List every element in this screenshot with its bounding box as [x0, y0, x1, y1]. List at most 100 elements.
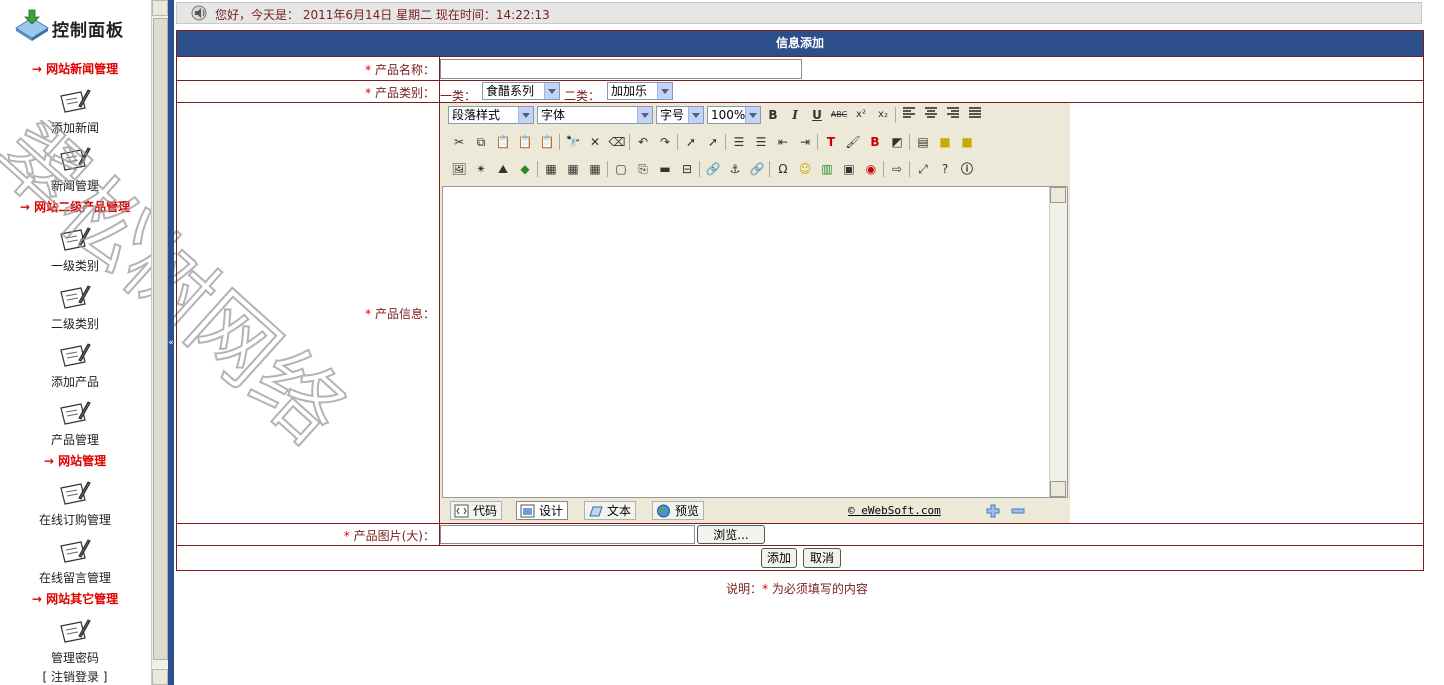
- insert-anchor-icon[interactable]: ⚓: [726, 160, 744, 178]
- special-char-icon[interactable]: Ω: [774, 160, 792, 178]
- chevron-down-icon[interactable]: [688, 107, 703, 123]
- remove-link-icon[interactable]: 🔗: [748, 160, 766, 178]
- copy-icon[interactable]: ⧉: [472, 133, 490, 151]
- sidebar-item-online-messages[interactable]: 在线留言管理: [0, 536, 150, 586]
- editor-scrollbar[interactable]: [1049, 187, 1067, 497]
- sidebar-item-category-level1[interactable]: 一级类别: [0, 224, 150, 274]
- product-name-input[interactable]: [440, 59, 802, 79]
- editor-scroll-up[interactable]: [1050, 187, 1066, 203]
- submit-button[interactable]: 添加: [761, 548, 797, 568]
- mode-tab-design[interactable]: 设计: [516, 501, 569, 520]
- font-size-select[interactable]: 字号: [656, 106, 704, 124]
- insert-time-icon[interactable]: ◉: [862, 160, 880, 178]
- sidebar-item-admin-password[interactable]: 管理密码: [0, 616, 150, 666]
- chevron-down-icon[interactable]: [745, 107, 760, 123]
- cut-icon[interactable]: ✂: [450, 133, 468, 151]
- bold-button[interactable]: B: [764, 106, 782, 124]
- paragraph-style-select[interactable]: 段落样式: [448, 106, 534, 124]
- superscript-button[interactable]: x²: [852, 106, 870, 124]
- font-color-icon[interactable]: T: [822, 133, 840, 151]
- italic-button[interactable]: I: [786, 106, 804, 124]
- insert-media-icon[interactable]: ⛰: [494, 160, 512, 178]
- cancel-button[interactable]: 取消: [803, 548, 841, 568]
- mode-tab-code[interactable]: 代码: [450, 501, 503, 520]
- insert-image-icon[interactable]: 🖼: [450, 160, 468, 178]
- table-props-icon[interactable]: ▦: [564, 160, 582, 178]
- cell-props-icon[interactable]: ▦: [586, 160, 604, 178]
- browse-button[interactable]: 浏览...: [697, 525, 765, 544]
- ordered-list-icon[interactable]: ☰: [730, 133, 748, 151]
- insert-table-icon[interactable]: ▦: [542, 160, 560, 178]
- mode-tab-label: 设计: [539, 504, 564, 518]
- plus-icon[interactable]: [985, 503, 1001, 519]
- help-icon[interactable]: ?: [936, 160, 954, 178]
- fullscreen-icon[interactable]: ⤢: [914, 160, 932, 178]
- sidebar-item-add-product[interactable]: 添加产品: [0, 340, 150, 390]
- sidebar-item-news-management[interactable]: 新闻管理: [0, 144, 150, 194]
- paragraph-props-icon[interactable]: ▤: [914, 133, 932, 151]
- eraser-icon[interactable]: ⌫: [608, 133, 626, 151]
- minus-icon[interactable]: [1010, 503, 1026, 519]
- align-left-icon[interactable]: [900, 106, 918, 124]
- about-icon[interactable]: ⓘ: [958, 160, 976, 178]
- remove-format-icon[interactable]: ◩: [888, 133, 906, 151]
- select-all-icon[interactable]: ➚: [682, 133, 700, 151]
- insert-page-icon[interactable]: ⎘: [634, 160, 652, 178]
- ewebsoft-brand-link[interactable]: © eWebSoft.com: [848, 504, 941, 517]
- undo-icon[interactable]: ↶: [634, 133, 652, 151]
- editor-scroll-down[interactable]: [1050, 481, 1066, 497]
- layer-icon[interactable]: ■: [936, 133, 954, 151]
- layer-props-icon[interactable]: ■: [958, 133, 976, 151]
- chevron-down-icon[interactable]: [518, 107, 533, 123]
- mode-tab-text[interactable]: 文本: [584, 501, 637, 520]
- unordered-list-icon[interactable]: ☰: [752, 133, 770, 151]
- background-color-icon[interactable]: B: [866, 133, 884, 151]
- paste-word-icon[interactable]: 📋: [538, 133, 556, 151]
- zoom-select[interactable]: 100%: [707, 106, 761, 124]
- chevron-down-icon[interactable]: [637, 107, 652, 123]
- redo-icon[interactable]: ↷: [656, 133, 674, 151]
- highlight-icon[interactable]: 🖌: [844, 133, 862, 151]
- scroll-thumb[interactable]: [153, 18, 168, 660]
- indent-icon[interactable]: ⇥: [796, 133, 814, 151]
- chevron-down-icon[interactable]: [657, 83, 672, 99]
- editor-content-area[interactable]: [442, 186, 1068, 498]
- chevron-down-icon[interactable]: [544, 83, 559, 99]
- subscript-button[interactable]: x₂: [874, 106, 892, 124]
- required-mark: *: [343, 529, 350, 543]
- collapse-arrow-icon[interactable]: «: [168, 338, 174, 348]
- paste-text-icon[interactable]: 📋: [516, 133, 534, 151]
- insert-excel-icon[interactable]: ▥: [818, 160, 836, 178]
- product-image-path-input[interactable]: [440, 525, 695, 544]
- category2-select[interactable]: 加加乐: [607, 82, 673, 100]
- category1-select[interactable]: 食醋系列: [482, 82, 560, 100]
- sidebar-item-category-level2[interactable]: 二级类别: [0, 282, 150, 332]
- find-icon[interactable]: 🔭: [564, 133, 582, 151]
- sidebar-item-add-news[interactable]: 添加新闻: [0, 86, 150, 136]
- insert-flash-icon[interactable]: ✴: [472, 160, 490, 178]
- align-justify-icon[interactable]: [966, 106, 984, 124]
- sidebar-item-online-orders[interactable]: 在线订购管理: [0, 478, 150, 528]
- import-word-icon[interactable]: ⇨: [888, 160, 906, 178]
- insert-file-icon[interactable]: ◆: [516, 160, 534, 178]
- delete-icon[interactable]: ✕: [586, 133, 604, 151]
- insert-date-icon[interactable]: ▣: [840, 160, 858, 178]
- scroll-up-arrow[interactable]: [152, 0, 168, 16]
- insert-marquee-icon[interactable]: ⊟: [678, 160, 696, 178]
- insert-frame-icon[interactable]: ▢: [612, 160, 630, 178]
- strikethrough-button[interactable]: ABC: [830, 106, 848, 124]
- mode-tab-preview[interactable]: 预览: [652, 501, 705, 520]
- sidebar-item-product-management[interactable]: 产品管理: [0, 398, 150, 448]
- logout-link[interactable]: [ 注销登录 ]: [0, 668, 150, 685]
- horizontal-rule-icon[interactable]: ▬: [656, 160, 674, 178]
- paste-icon[interactable]: 📋: [494, 133, 512, 151]
- insert-link-icon[interactable]: 🔗: [704, 160, 722, 178]
- align-center-icon[interactable]: [922, 106, 940, 124]
- emoticon-icon[interactable]: ☺: [796, 160, 814, 178]
- unselect-icon[interactable]: ➚: [704, 133, 722, 151]
- scroll-down-arrow[interactable]: [152, 669, 168, 685]
- font-select[interactable]: 字体: [537, 106, 653, 124]
- underline-button[interactable]: U: [808, 106, 826, 124]
- align-right-icon[interactable]: [944, 106, 962, 124]
- outdent-icon[interactable]: ⇤: [774, 133, 792, 151]
